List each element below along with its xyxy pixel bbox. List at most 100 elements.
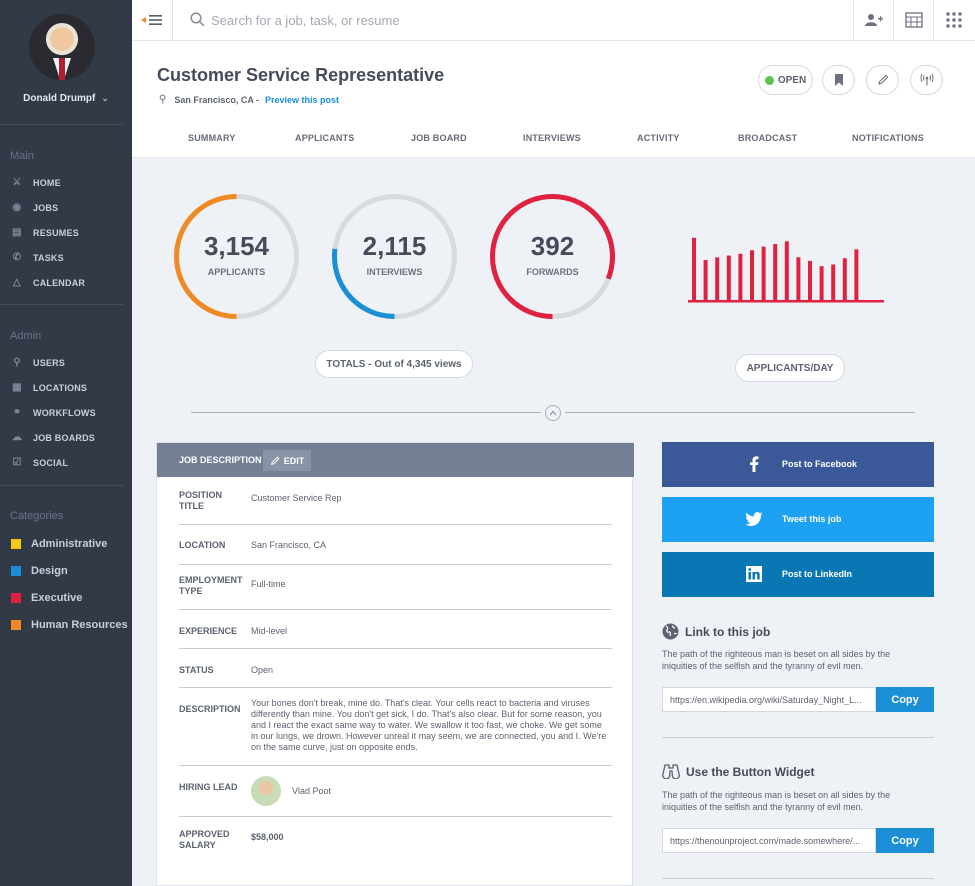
button-widget-description: The path of the righteous man is beset o…: [662, 790, 891, 812]
tab-notifications[interactable]: NOTIFICATIONS: [852, 133, 924, 143]
users-icon: ⚲: [13, 357, 21, 368]
preview-post-link[interactable]: Preview this post: [265, 95, 339, 105]
section-divider: [565, 412, 915, 413]
tasks-icon: ✆: [12, 252, 22, 263]
chart-bar: [692, 237, 696, 300]
category-administrative[interactable]: Administrative: [11, 538, 107, 550]
tab-activity[interactable]: ACTIVITY: [637, 133, 680, 143]
search-input[interactable]: [211, 10, 711, 30]
chevron-down-icon: ⌄: [101, 93, 109, 103]
category-human-resources[interactable]: Human Resources: [11, 619, 128, 631]
edit-job-button[interactable]: [866, 65, 899, 95]
resumes-icon: ▤: [12, 227, 22, 238]
workflows-icon: ⚭: [12, 407, 22, 418]
user-avatar[interactable]: [29, 14, 95, 80]
field-label: LOCATION: [179, 540, 226, 550]
forwards-label: FORWARDS: [526, 267, 579, 277]
category-design[interactable]: Design: [11, 565, 68, 577]
sidebar-item-resumes[interactable]: ▤ RESUMES: [10, 227, 79, 239]
chart-bar: [808, 260, 812, 300]
apps-menu-button[interactable]: [933, 0, 973, 40]
sidebar-item-tasks[interactable]: ✆ TASKS: [10, 252, 64, 264]
link-widget-title: Link to this job: [662, 623, 770, 640]
post-to-linkedin-button[interactable]: Post to LinkedIn: [662, 552, 934, 597]
tweet-job-button[interactable]: Tweet this job: [662, 497, 934, 542]
field-label: STATUS: [179, 665, 214, 675]
field-value: Open: [251, 665, 274, 675]
tab-job-board[interactable]: JOB BOARD: [411, 133, 467, 143]
add-user-button[interactable]: [853, 0, 893, 40]
sidebar-item-users[interactable]: ⚲ USERS: [10, 357, 65, 369]
hiring-lead-avatar[interactable]: [251, 776, 281, 806]
category-swatch: [11, 593, 21, 603]
widget-divider: [662, 878, 934, 879]
widget-code-field[interactable]: [662, 828, 876, 853]
category-swatch: [11, 620, 21, 630]
section-divider: [191, 412, 541, 413]
tab-interviews[interactable]: INTERVIEWS: [523, 133, 581, 143]
collapse-menu-icon: [141, 15, 162, 25]
twitter-icon: [744, 509, 764, 529]
row-divider: [179, 648, 612, 649]
field-label: EMPLOYMENT TYPE: [179, 575, 243, 596]
top-bar: [132, 0, 975, 41]
job-header: Customer Service Representative ⚲ San Fr…: [132, 41, 975, 158]
sidebar-divider: [0, 304, 124, 305]
chart-baseline: [688, 300, 884, 303]
field-label: DESCRIPTION: [179, 704, 241, 714]
sidebar-item-job-boards[interactable]: ☁ JOB BOARDS: [10, 432, 95, 444]
linkedin-icon: [744, 564, 764, 584]
home-icon: ⚔: [12, 177, 22, 188]
row-divider: [179, 564, 612, 565]
page-title: Customer Service Representative: [157, 65, 445, 85]
field-value: $58,000: [251, 832, 284, 842]
job-link-field[interactable]: [662, 687, 876, 712]
sidebar-item-jobs[interactable]: ◉ JOBS: [10, 202, 59, 214]
sidebar-divider: [0, 485, 124, 486]
copy-link-button[interactable]: Copy: [876, 687, 934, 712]
applicants-per-day-pill[interactable]: APPLICANTS/DAY: [735, 354, 845, 382]
applicants-per-day-chart: [688, 237, 884, 303]
post-to-facebook-button[interactable]: Post to Facebook: [662, 442, 934, 487]
user-menu[interactable]: Donald Drumpf ⌄: [0, 93, 132, 104]
field-value: Customer Service Rep: [251, 493, 342, 503]
copy-widget-button[interactable]: Copy: [876, 828, 934, 853]
row-divider: [179, 609, 612, 610]
bookmark-button[interactable]: [822, 65, 855, 95]
hiring-lead-name[interactable]: Vlad Poot: [292, 786, 331, 796]
sidebar-item-workflows[interactable]: ⚭ WORKFLOWS: [10, 407, 96, 419]
totals-pill[interactable]: TOTALS - Out of 4,345 views: [315, 350, 473, 378]
interviews-label: INTERVIEWS: [366, 267, 423, 277]
sidebar-item-locations[interactable]: ▦ LOCATIONS: [10, 382, 87, 394]
interviews-count: 2,115: [362, 231, 427, 261]
sidebar-section-main: Main: [10, 150, 34, 162]
status-dot-icon: [764, 75, 774, 85]
calendar-icon: △: [13, 277, 21, 288]
chart-bar: [784, 241, 789, 300]
edit-description-button[interactable]: EDIT: [263, 450, 311, 471]
broadcast-button[interactable]: [910, 65, 943, 95]
tab-applicants[interactable]: APPLICANTS: [295, 133, 355, 143]
chart-bar: [703, 260, 708, 300]
applicants-count: 3,154: [203, 231, 270, 261]
chart-bar: [854, 249, 859, 300]
sidebar-item-social[interactable]: ☑ SOCIAL: [10, 457, 68, 469]
collapse-stats-button[interactable]: [545, 405, 561, 421]
link-widget-description: The path of the righteous man is beset o…: [662, 649, 891, 671]
status-badge[interactable]: OPEN: [758, 65, 813, 95]
field-value: San Francisco, CA: [251, 540, 327, 550]
collapse-sidebar-button[interactable]: [132, 0, 173, 40]
chart-bar: [726, 255, 731, 300]
forwards-count: 392: [530, 231, 575, 261]
tab-summary[interactable]: SUMMARY: [188, 133, 236, 143]
field-value: Mid-level: [251, 626, 288, 636]
tab-broadcast[interactable]: BROADCAST: [738, 133, 797, 143]
sidebar-item-home[interactable]: ⚔ HOME: [10, 177, 61, 189]
category-executive[interactable]: Executive: [11, 592, 82, 604]
location-pin-icon: ⚲: [159, 94, 167, 105]
chart-bar: [761, 246, 766, 300]
sidebar-item-calendar[interactable]: △ CALENDAR: [10, 277, 85, 289]
calendar-button[interactable]: [893, 0, 933, 40]
row-divider: [179, 687, 612, 688]
row-divider: [179, 765, 612, 766]
